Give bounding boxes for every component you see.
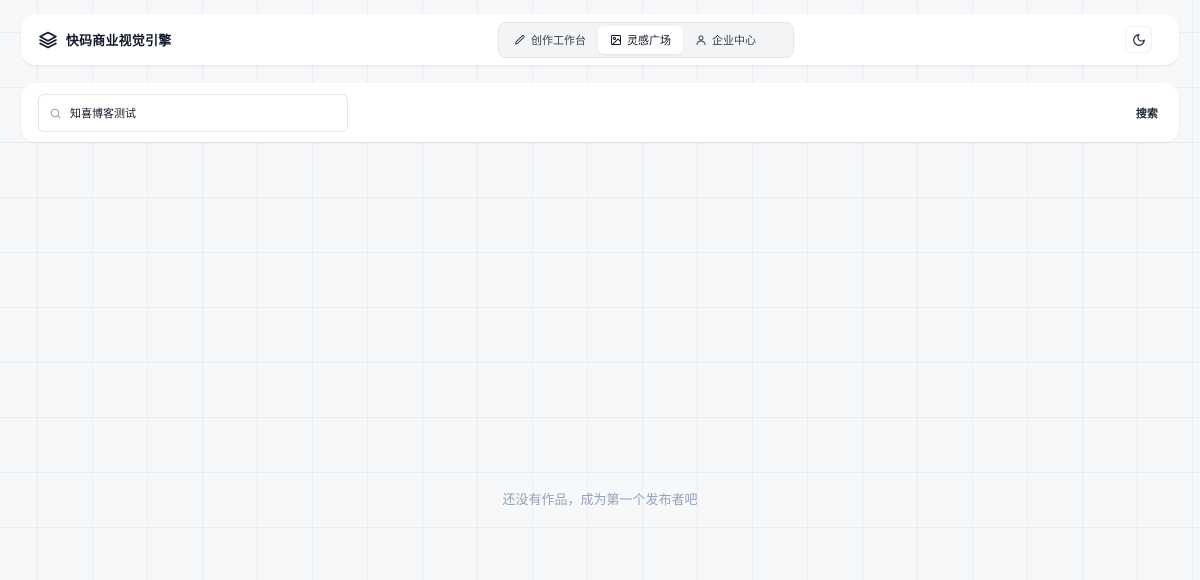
layers-icon bbox=[38, 30, 58, 50]
pen-icon bbox=[514, 34, 526, 46]
image-icon bbox=[610, 34, 622, 46]
tab-creative-workbench[interactable]: 创作工作台 bbox=[502, 26, 598, 54]
search-panel: 搜索 bbox=[21, 83, 1179, 142]
app-name: 快码商业视觉引擎 bbox=[66, 34, 172, 49]
tab-enterprise-center[interactable]: 企业中心 bbox=[683, 26, 768, 54]
theme-toggle-button[interactable] bbox=[1125, 26, 1152, 53]
tab-label: 灵感广场 bbox=[627, 34, 671, 47]
top-navigation-bar: 快码商业视觉引擎 创作工作台 灵感广场 企业中心 bbox=[21, 14, 1179, 65]
search-input[interactable] bbox=[70, 106, 330, 120]
tab-label: 企业中心 bbox=[712, 34, 756, 47]
brand[interactable]: 快码商业视觉引擎 bbox=[38, 14, 172, 65]
search-button[interactable]: 搜索 bbox=[1136, 102, 1158, 124]
search-icon bbox=[49, 107, 62, 120]
empty-state-message: 还没有作品，成为第一个发布者吧 bbox=[502, 493, 698, 508]
tab-inspiration-plaza[interactable]: 灵感广场 bbox=[598, 26, 683, 54]
user-icon bbox=[695, 34, 707, 46]
moon-icon bbox=[1132, 33, 1146, 47]
search-field[interactable] bbox=[38, 94, 348, 132]
tab-label: 创作工作台 bbox=[531, 34, 586, 47]
main-tabs: 创作工作台 灵感广场 企业中心 bbox=[498, 22, 794, 58]
